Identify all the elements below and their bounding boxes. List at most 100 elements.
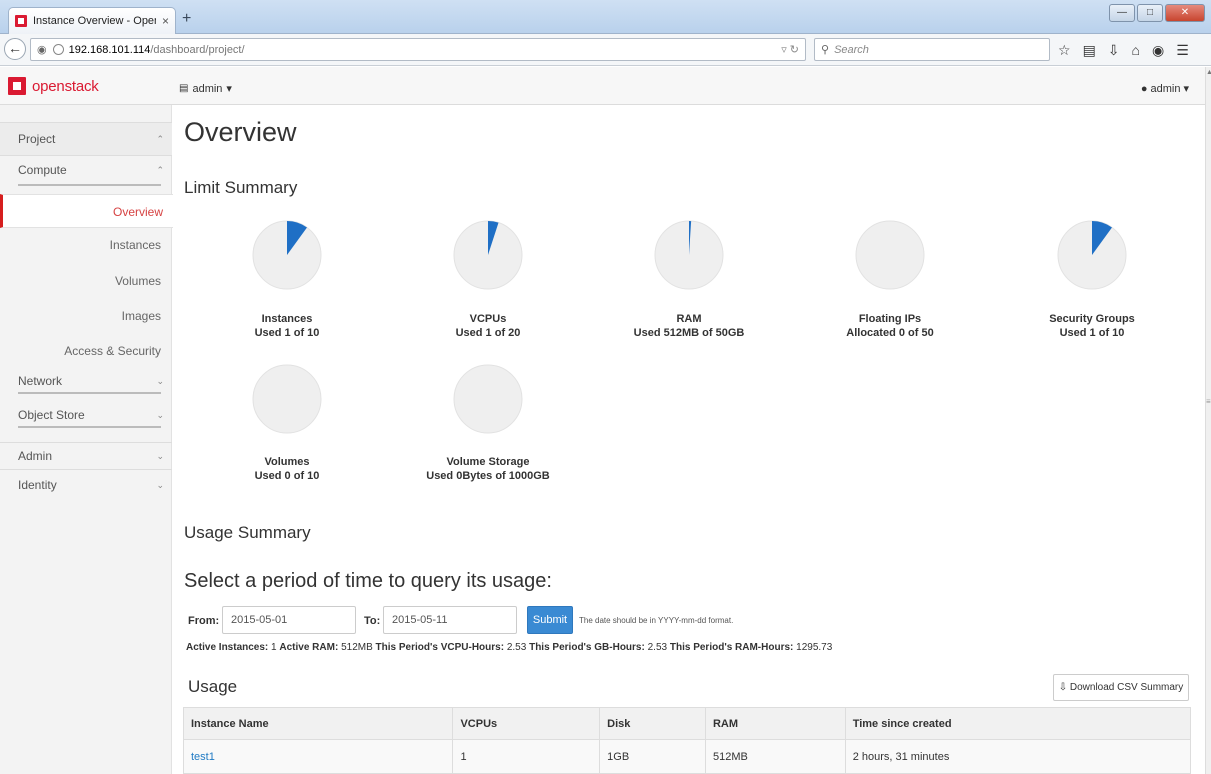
sidebar: Project ⌃ Compute ⌃ Overview Instances V… [0, 105, 173, 774]
openstack-logo-icon [8, 77, 26, 95]
bookmarks-list-icon[interactable]: ▤ [1083, 42, 1096, 59]
sidebar-section-label: Object Store [18, 408, 85, 422]
pie-label: VCPUs Used 1 of 20 [388, 312, 588, 340]
table-cell: 2 hours, 31 minutes [852, 750, 950, 763]
maximize-icon[interactable]: □ [1137, 4, 1163, 22]
tab-close-icon[interactable]: × [162, 14, 169, 28]
scroll-up-icon[interactable]: ▲ [1206, 69, 1211, 76]
openstack-favicon-icon [15, 15, 27, 27]
pie-background [252, 364, 322, 434]
chevron-down-icon: ⌄ [156, 375, 164, 386]
new-tab-button[interactable]: + [182, 10, 191, 28]
page-scrollbar[interactable]: ▲ ≡ [1205, 67, 1211, 774]
pie-label-name: Volume Storage [446, 456, 530, 468]
stat-label: This Period's VCPU-Hours: [375, 642, 505, 653]
sidebar-section-label: Admin [18, 449, 53, 463]
browser-toolbar-icons: ☆ ▤ ⇩ ⌂ ◉ ☰ [1058, 42, 1189, 59]
bookmark-star-icon[interactable]: ☆ [1058, 42, 1071, 59]
usage-table: Instance Name VCPUs Disk RAM Time since … [183, 707, 1191, 774]
sidebar-section-admin[interactable]: Admin ⌄ [18, 449, 164, 463]
table-cell: 512MB [706, 740, 846, 773]
submit-button[interactable]: Submit [527, 606, 573, 634]
download-icon[interactable]: ⇩ [1108, 42, 1120, 59]
browser-tab[interactable]: Instance Overview - OpenS... × [8, 7, 176, 34]
home-icon[interactable]: ⌂ [1132, 42, 1140, 59]
sidebar-item-access-security[interactable]: Access & Security [64, 344, 161, 358]
column-header[interactable]: Instance Name [184, 708, 454, 739]
main-content: Overview Limit Summary Instances Used 1 o… [172, 105, 1205, 774]
pie-label-name: Floating IPs [858, 313, 922, 325]
user-menu[interactable]: ● admin ▾ [1141, 82, 1189, 96]
pie-label-name: Security Groups [1049, 313, 1135, 325]
divider [0, 469, 172, 470]
project-selector[interactable]: ▤ admin ▾ [179, 82, 232, 96]
sidebar-section-project[interactable]: Project ⌃ [0, 122, 172, 156]
menu-icon[interactable]: ☰ [1176, 42, 1189, 59]
sidebar-section-compute[interactable]: Compute ⌃ [18, 163, 164, 177]
sidebar-item-volumes[interactable]: Volumes [115, 274, 161, 288]
reload-icon[interactable]: ▿ ↻ [781, 43, 799, 56]
identity-icon[interactable]: ◉ [37, 43, 47, 56]
column-header[interactable]: RAM [706, 708, 846, 739]
pie-label-detail: Used 512MB of 50GB [633, 327, 745, 339]
project-selector-label: admin [192, 82, 223, 95]
pie-label-detail: Used 0Bytes of 1000GB [426, 470, 550, 482]
sidebar-section-object-store[interactable]: Object Store ⌄ [18, 408, 164, 422]
divider [0, 442, 172, 443]
sidebar-item-overview[interactable]: Overview [0, 194, 173, 228]
column-header[interactable]: VCPUs [453, 708, 601, 739]
limit-summary-heading: Limit Summary [184, 178, 298, 197]
chevron-up-icon: ⌃ [156, 164, 164, 175]
stat-ram-hours: 1295.73 [796, 642, 833, 653]
pie-label-detail: Used 1 of 10 [1059, 327, 1125, 339]
sidebar-section-label: Network [18, 374, 63, 388]
date-format-hint: The date should be in YYYY-mm-dd format. [579, 616, 734, 625]
usage-summary-heading: Usage Summary [184, 523, 311, 542]
back-arrow-icon[interactable]: ← [4, 38, 26, 60]
url-path: /dashboard/project/ [150, 43, 245, 56]
url-bar[interactable]: ◉ 192.168.101.114 /dashboard/project/ ▿ … [30, 38, 806, 61]
from-label: From: [188, 615, 220, 627]
chevron-down-icon: ⌄ [156, 409, 164, 420]
brand-logo[interactable]: openstack [8, 77, 99, 95]
pie-label-name: RAM [676, 313, 702, 325]
stat-gb-hours: 2.53 [647, 642, 668, 653]
search-input[interactable]: ⚲ Search [814, 38, 1050, 61]
sidebar-item-images[interactable]: Images [122, 309, 161, 323]
window-close-icon[interactable]: ✕ [1165, 4, 1205, 22]
download-csv-button[interactable]: ⇩ Download CSV Summary [1053, 674, 1189, 701]
sidebar-section-network[interactable]: Network ⌄ [18, 374, 164, 388]
sidebar-item-instances[interactable]: Instances [110, 238, 161, 252]
table-cell: 1 [453, 740, 601, 773]
chevron-down-icon: ⌄ [156, 479, 164, 490]
from-date-input[interactable]: 2015-05-01 [222, 606, 356, 634]
project-icon: ▤ [179, 83, 189, 94]
sidebar-section-label: Compute [18, 163, 67, 177]
stat-label: This Period's GB-Hours: [529, 642, 645, 653]
instance-link[interactable]: test1 [191, 751, 215, 763]
pie-chart-vcpus [453, 220, 523, 290]
sidebar-section-identity[interactable]: Identity ⌄ [18, 478, 164, 492]
pie-label: Floating IPs Allocated 0 of 50 [790, 312, 990, 340]
stat-vcpu-hours: 2.53 [506, 642, 527, 653]
pie-label-name: Instances [261, 313, 313, 325]
pie-label-detail: Allocated 0 of 50 [846, 327, 934, 339]
pie-background [855, 220, 925, 290]
caret-down-icon: ▾ [1183, 83, 1189, 95]
pie-label: RAM Used 512MB of 50GB [589, 312, 789, 340]
column-header[interactable]: Time since created [846, 708, 1190, 739]
pie-label: Volumes Used 0 of 10 [187, 455, 387, 483]
table-row: test1 1 1GB 512MB 2 hours, 31 minutes [184, 740, 1190, 773]
app-header: openstack ▤ admin ▾ ● admin ▾ [0, 67, 1205, 105]
chat-icon[interactable]: ◉ [1152, 42, 1164, 59]
minimize-icon[interactable]: — [1109, 4, 1135, 22]
to-label: To: [364, 615, 381, 627]
page-title: Overview [184, 117, 297, 147]
pie-label-detail: Used 1 of 10 [254, 327, 320, 339]
column-header[interactable]: Disk [600, 708, 706, 739]
to-date-input[interactable]: 2015-05-11 [383, 606, 517, 634]
chevron-up-icon: ⌃ [156, 133, 164, 144]
pie-chart-instances [252, 220, 322, 290]
scroll-grip-icon[interactable]: ≡ [1206, 397, 1211, 406]
stat-label: Active Instances: [186, 642, 269, 653]
